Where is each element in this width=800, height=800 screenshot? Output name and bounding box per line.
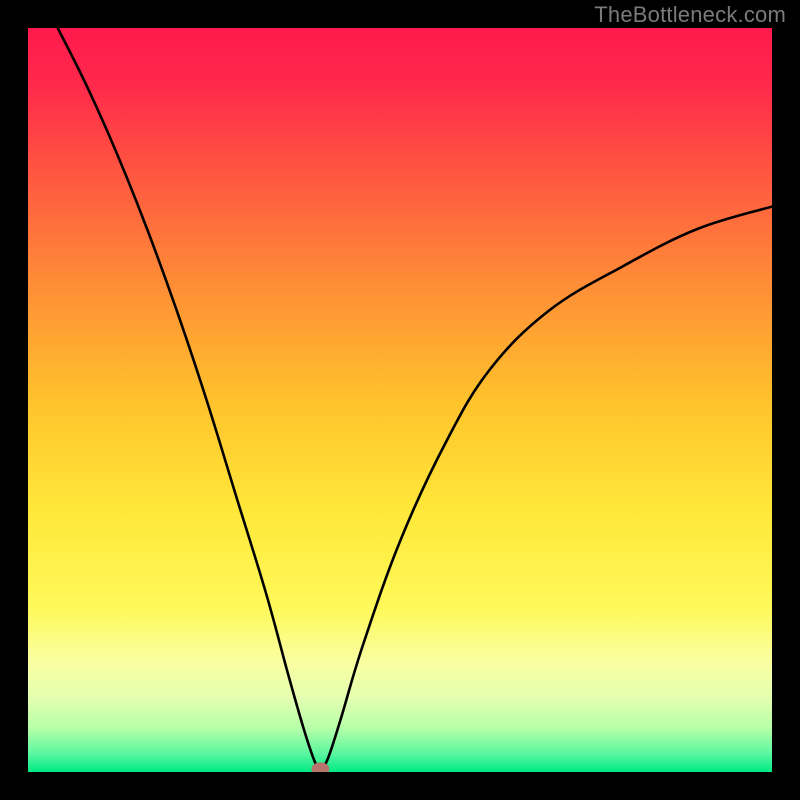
chart-frame: TheBottleneck.com (0, 0, 800, 800)
watermark-text: TheBottleneck.com (594, 2, 786, 28)
gradient-background (28, 28, 772, 772)
plot-svg (28, 28, 772, 772)
plot-area (28, 28, 772, 772)
